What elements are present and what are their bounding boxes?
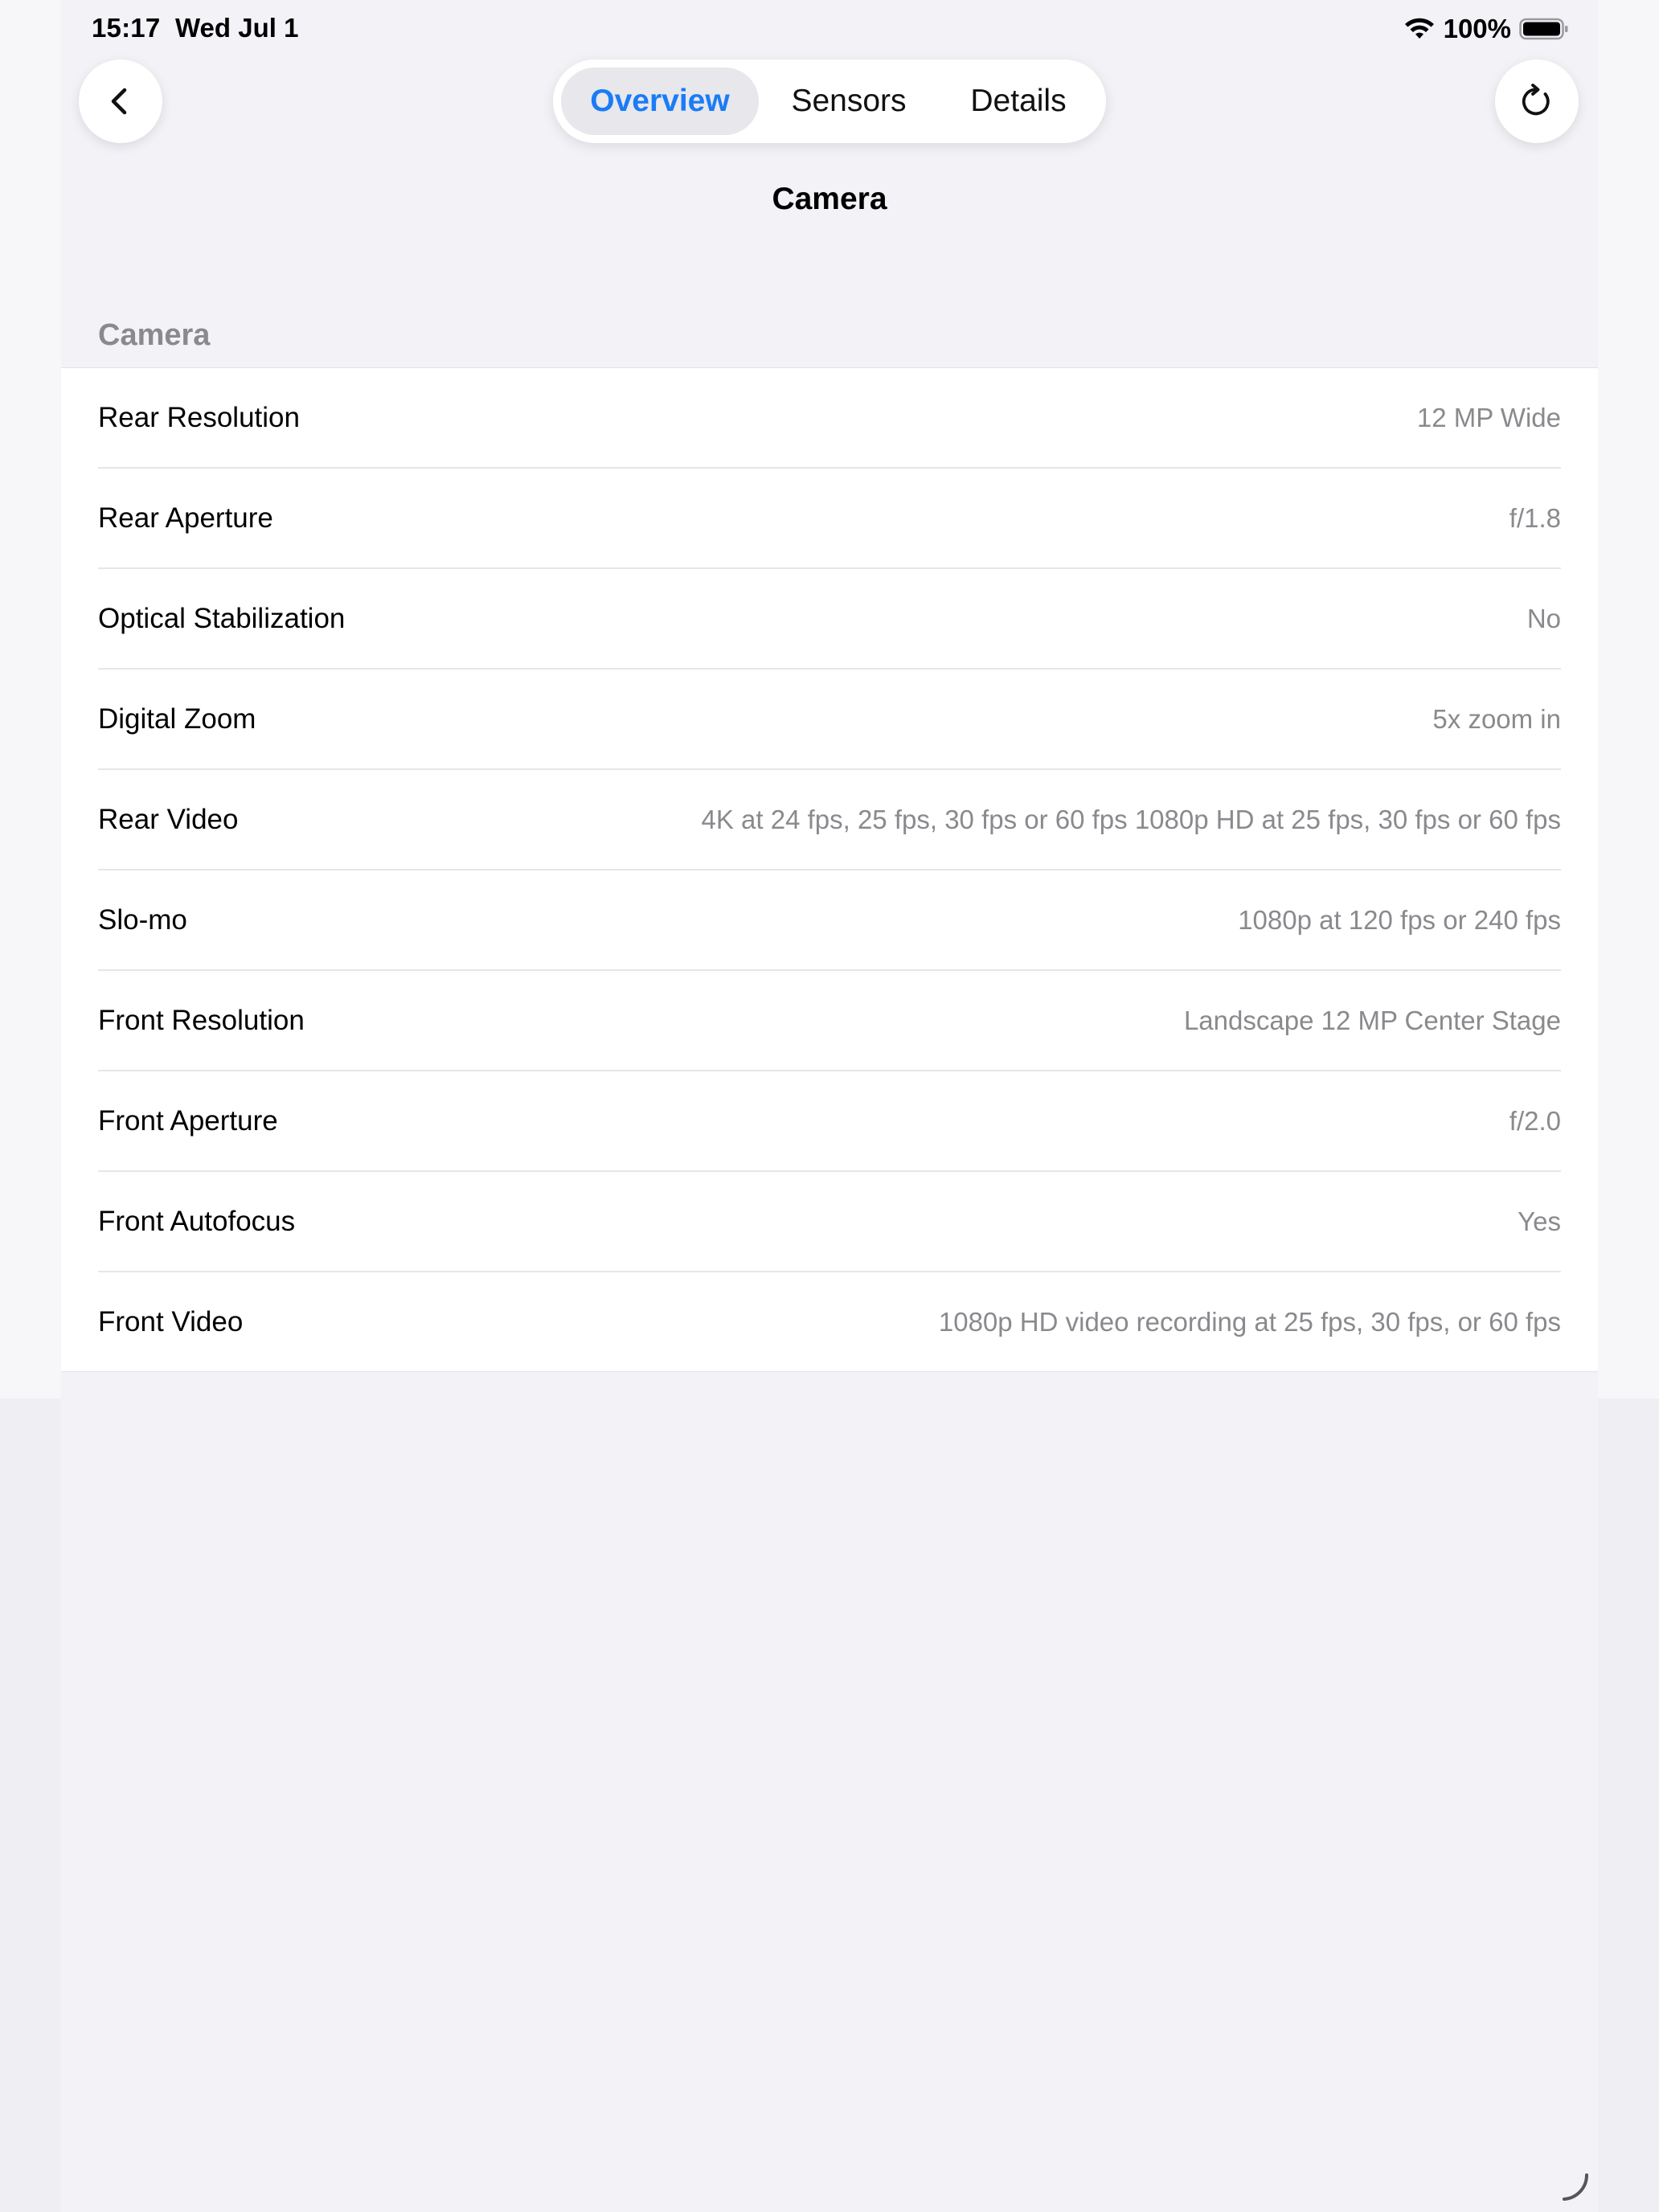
- row-value: 5x zoom in: [1432, 703, 1561, 734]
- row-label: Rear Aperture: [98, 502, 273, 534]
- list-row-rear-video: Rear Video 4K at 24 fps, 25 fps, 30 fps …: [98, 770, 1561, 870]
- resize-grip-icon[interactable]: [1558, 2170, 1591, 2204]
- refresh-icon: [1522, 84, 1550, 116]
- back-button[interactable]: [79, 59, 162, 143]
- row-label: Digital Zoom: [98, 703, 256, 735]
- row-label: Optical Stabilization: [98, 602, 346, 634]
- row-value: Landscape 12 MP Center Stage: [1183, 1005, 1561, 1035]
- tab-details[interactable]: Details: [939, 68, 1098, 135]
- battery-icon: [1519, 18, 1568, 40]
- row-value: 12 MP Wide: [1416, 402, 1561, 432]
- row-value: Yes: [1518, 1206, 1561, 1236]
- row-label: Front Resolution: [98, 1004, 305, 1036]
- row-label: Front Aperture: [98, 1104, 278, 1137]
- row-label: Rear Resolution: [98, 401, 300, 433]
- status-indicators: 100%: [1403, 11, 1569, 47]
- chevron-left-icon: [111, 88, 127, 115]
- list-row-front-resolution: Front Resolution Landscape 12 MP Center …: [98, 971, 1561, 1071]
- refresh-button[interactable]: [1495, 59, 1579, 143]
- row-value: 4K at 24 fps, 25 fps, 30 fps or 60 fps 1…: [701, 804, 1562, 834]
- camera-spec-list: Rear Resolution 12 MP Wide Rear Aperture…: [61, 367, 1598, 1372]
- section-header: Camera: [98, 318, 211, 352]
- list-row-optical-stabilization: Optical Stabilization No: [98, 569, 1561, 670]
- status-bar: 15:17 Wed Jul 1 100%: [0, 0, 1659, 59]
- list-row-front-aperture: Front Aperture f/2.0: [98, 1071, 1561, 1172]
- page-title: Camera: [772, 182, 887, 216]
- tab-sensors[interactable]: Sensors: [759, 68, 939, 135]
- list-row-front-autofocus: Front Autofocus Yes: [98, 1172, 1561, 1272]
- row-value: f/1.8: [1509, 502, 1561, 533]
- battery-percentage: 100%: [1443, 14, 1511, 43]
- wifi-icon: [1404, 18, 1434, 39]
- row-label: Front Autofocus: [98, 1205, 296, 1237]
- list-row-front-video: Front Video 1080p HD video recording at …: [98, 1272, 1561, 1371]
- tab-overview[interactable]: Overview: [561, 68, 759, 135]
- row-label: Slo-mo: [98, 903, 187, 936]
- status-time: 15:17: [92, 13, 161, 43]
- row-value: No: [1526, 603, 1561, 633]
- row-label: Front Video: [98, 1305, 244, 1337]
- row-label: Rear Video: [98, 803, 239, 835]
- list-row-digital-zoom: Digital Zoom 5x zoom in: [98, 670, 1561, 770]
- list-row-rear-aperture: Rear Aperture f/1.8: [98, 469, 1561, 569]
- list-row-rear-resolution: Rear Resolution 12 MP Wide: [98, 368, 1561, 469]
- segmented-control: Overview Sensors Details: [553, 59, 1106, 143]
- list-row-slo-mo: Slo-mo 1080p at 120 fps or 240 fps: [98, 870, 1561, 971]
- row-value: f/2.0: [1509, 1105, 1561, 1136]
- status-date: Wed Jul 1: [175, 13, 299, 43]
- row-value: 1080p HD video recording at 25 fps, 30 f…: [938, 1306, 1561, 1337]
- row-value: 1080p at 120 fps or 240 fps: [1238, 904, 1561, 935]
